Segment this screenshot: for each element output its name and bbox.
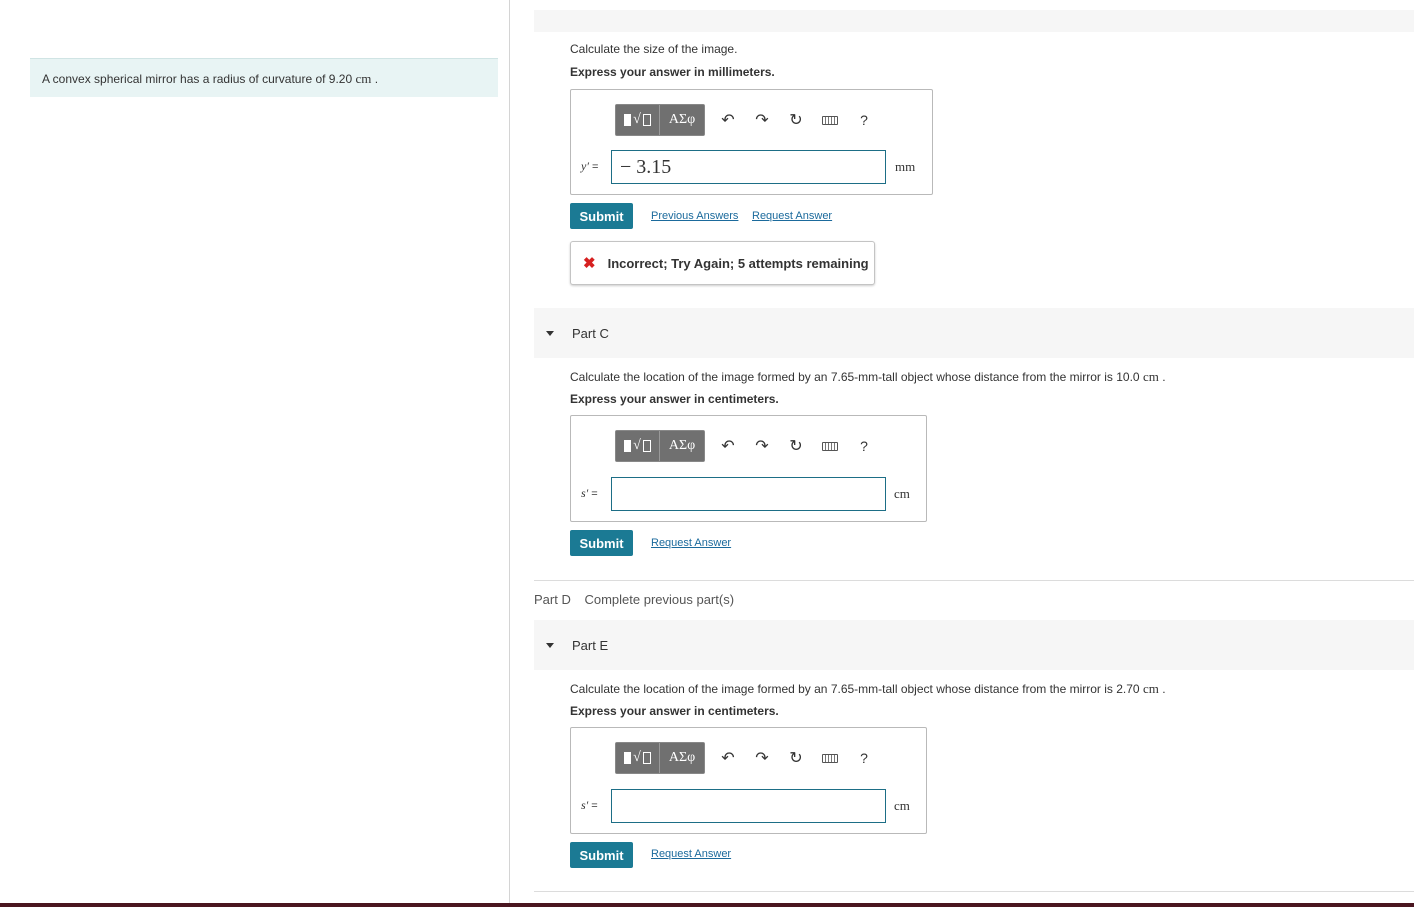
part-e-request-answer-link[interactable]: Request Answer [651, 848, 731, 860]
part-d-row: Part D Complete previous part(s) [534, 592, 734, 607]
templates-button[interactable]: √ [616, 105, 660, 135]
bottom-bar [0, 903, 1414, 907]
part-b-variable-label: y′ = [581, 159, 598, 174]
problem-end: . [374, 72, 379, 86]
part-e-question-end: . [1162, 682, 1166, 696]
incorrect-icon: ✖ [583, 255, 596, 272]
part-d-status: Complete previous part(s) [584, 592, 735, 607]
left-pane: A convex spherical mirror has a radius o… [0, 0, 510, 903]
part-c-question-end: . [1162, 370, 1166, 384]
divider [534, 580, 1414, 581]
part-b-request-answer-link[interactable]: Request Answer [752, 210, 832, 222]
reset-icon[interactable]: ↻ [779, 104, 813, 136]
undo-icon[interactable]: ↶ [711, 430, 745, 462]
problem-text: A convex spherical mirror has a radius o… [42, 72, 353, 86]
part-b-instruction: Express your answer in millimeters. [570, 65, 775, 79]
part-e-question: Calculate the location of the image form… [570, 681, 1166, 697]
part-e-variable-label: s′ = [581, 798, 598, 813]
part-c-unit: cm [894, 486, 910, 501]
templates-button[interactable]: √ [616, 743, 660, 773]
feedback-text: Incorrect; Try Again; 5 attempts remaini… [607, 255, 869, 271]
part-e-question-unit: cm [1142, 681, 1159, 696]
part-e-header[interactable]: Part E [534, 620, 1414, 670]
part-c-header[interactable]: Part C [534, 308, 1414, 358]
part-e-answer-input[interactable] [611, 789, 886, 823]
part-c-title: Part C [572, 325, 609, 341]
variable-symbol: s′ [581, 798, 589, 812]
math-toolbar: √ ΑΣφ ↶ ↷ ↻ ? [615, 430, 881, 462]
greek-symbols-button[interactable]: ΑΣφ [660, 743, 704, 773]
part-b-unit: mm [895, 159, 916, 174]
previous-answers-link[interactable]: Previous Answers [651, 210, 738, 222]
variable-symbol: s′ [581, 486, 589, 500]
radical-icon: √ [633, 112, 641, 127]
radical-icon: √ [633, 438, 641, 453]
template-group: √ ΑΣφ [615, 104, 705, 136]
part-e-title: Part E [572, 637, 609, 653]
feedback-message: ✖ Incorrect; Try Again; 5 attempts remai… [570, 241, 875, 285]
undo-icon[interactable]: ↶ [711, 742, 745, 774]
reset-icon[interactable]: ↻ [779, 430, 813, 462]
part-c-submit-button[interactable]: Submit [570, 530, 633, 556]
equals-sign: = [591, 800, 598, 812]
part-c-question-text: Calculate the location of the image form… [570, 370, 1140, 384]
templates-button[interactable]: √ [616, 431, 660, 461]
part-b-answer-box: √ ΑΣφ ↶ ↷ ↻ ? y′ = − 3.15 mm [570, 89, 933, 195]
redo-icon[interactable]: ↷ [745, 104, 779, 136]
divider [534, 891, 1414, 892]
part-b-answer-input[interactable]: − 3.15 [611, 150, 886, 184]
part-e-unit: cm [894, 798, 910, 813]
part-c-request-answer-link[interactable]: Request Answer [651, 537, 731, 549]
part-c-answer-input[interactable] [611, 477, 886, 511]
keyboard-icon[interactable] [813, 742, 847, 774]
part-c-variable-label: s′ = [581, 486, 598, 501]
part-e-question-text: Calculate the location of the image form… [570, 682, 1140, 696]
part-e-submit-button[interactable]: Submit [570, 842, 633, 868]
help-icon[interactable]: ? [847, 742, 881, 774]
part-d-title: Part D [534, 592, 571, 607]
template-group: √ ΑΣφ [615, 742, 705, 774]
part-c-answer-box: √ ΑΣφ ↶ ↷ ↻ ? s′ = cm [570, 415, 927, 522]
right-pane: Calculate the size of the image. Express… [511, 0, 1414, 903]
equals-sign: = [591, 161, 599, 173]
part-e-instruction: Express your answer in centimeters. [570, 704, 779, 718]
collapse-caret-icon[interactable] [546, 642, 554, 648]
redo-icon[interactable]: ↷ [745, 742, 779, 774]
undo-icon[interactable]: ↶ [711, 104, 745, 136]
equals-sign: = [591, 488, 598, 500]
part-b-header-band [534, 10, 1414, 32]
collapse-caret-icon[interactable] [546, 330, 554, 336]
help-icon[interactable]: ? [847, 430, 881, 462]
greek-symbols-button[interactable]: ΑΣφ [660, 105, 704, 135]
template-group: √ ΑΣφ [615, 430, 705, 462]
part-b-submit-button[interactable]: Submit [570, 203, 633, 229]
greek-symbols-button[interactable]: ΑΣφ [660, 431, 704, 461]
radical-icon: √ [633, 750, 641, 765]
problem-statement: A convex spherical mirror has a radius o… [30, 58, 498, 97]
part-e-answer-box: √ ΑΣφ ↶ ↷ ↻ ? s′ = cm [570, 727, 927, 834]
part-b-question: Calculate the size of the image. [570, 42, 738, 56]
part-c-question-unit: cm [1142, 369, 1159, 384]
problem-unit: cm [355, 71, 372, 86]
help-icon[interactable]: ? [847, 104, 881, 136]
keyboard-icon[interactable] [813, 104, 847, 136]
math-toolbar: √ ΑΣφ ↶ ↷ ↻ ? [615, 742, 881, 774]
variable-symbol: y′ [581, 159, 589, 173]
part-c-question: Calculate the location of the image form… [570, 369, 1166, 385]
part-c-instruction: Express your answer in centimeters. [570, 392, 779, 406]
keyboard-icon[interactable] [813, 430, 847, 462]
reset-icon[interactable]: ↻ [779, 742, 813, 774]
math-toolbar: √ ΑΣφ ↶ ↷ ↻ ? [615, 104, 881, 136]
redo-icon[interactable]: ↷ [745, 430, 779, 462]
